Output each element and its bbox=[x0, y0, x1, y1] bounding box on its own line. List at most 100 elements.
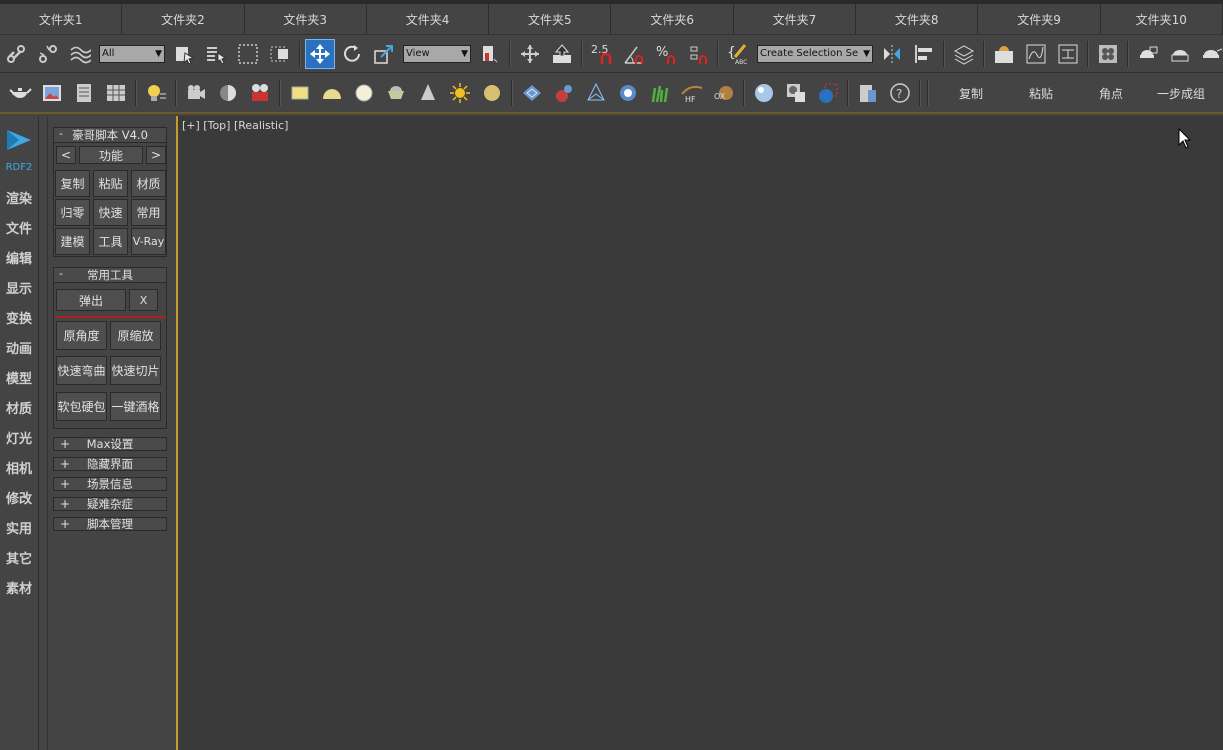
reset-tool-button[interactable]: 归零 bbox=[55, 199, 90, 226]
rail-item-model[interactable]: 模型 bbox=[0, 368, 38, 387]
rail-item-material[interactable]: 材质 bbox=[0, 398, 38, 417]
viewport-top[interactable]: [+] [Top] [Realistic] bbox=[176, 116, 1223, 750]
mirror-icon[interactable] bbox=[878, 40, 906, 68]
paste-button[interactable]: 粘贴 bbox=[1006, 85, 1076, 102]
rail-item-edit[interactable]: 编辑 bbox=[0, 248, 38, 267]
wine-rack-button[interactable]: 一键酒格 bbox=[110, 392, 161, 421]
function-page-label[interactable]: 功能 bbox=[79, 146, 143, 164]
clipboard-icon[interactable] bbox=[854, 79, 882, 107]
reference-coordinate-dropdown[interactable]: View ▼ bbox=[403, 44, 471, 63]
select-and-rotate-icon[interactable] bbox=[338, 40, 366, 68]
quick-tool-button[interactable]: 快速 bbox=[93, 199, 128, 226]
link-icon[interactable] bbox=[2, 40, 30, 68]
vray-fur-icon[interactable] bbox=[550, 79, 578, 107]
vray-tool-button[interactable]: V-Ray bbox=[131, 228, 166, 255]
select-manipulate-icon[interactable] bbox=[516, 40, 544, 68]
dome-light-icon[interactable] bbox=[318, 79, 346, 107]
folder-tab-4[interactable]: 文件夹4 bbox=[367, 4, 490, 34]
keyboard-shortcut-override-icon[interactable] bbox=[548, 40, 576, 68]
original-scale-button[interactable]: 原缩放 bbox=[110, 321, 161, 350]
popup-button[interactable]: 弹出 bbox=[56, 289, 126, 311]
image-viewer-icon[interactable] bbox=[38, 79, 66, 107]
nav-next-button[interactable]: > bbox=[146, 146, 166, 164]
vray-ornatrix-icon[interactable]: OX bbox=[710, 79, 738, 107]
one-step-group-button[interactable]: 一步成组 bbox=[1146, 85, 1216, 102]
pivot-center-icon[interactable] bbox=[476, 40, 504, 68]
folder-tab-3[interactable]: 文件夹3 bbox=[245, 4, 367, 34]
layer-manager-icon[interactable] bbox=[950, 40, 978, 68]
select-and-move-icon[interactable] bbox=[305, 38, 335, 69]
spot-light-icon[interactable] bbox=[414, 79, 442, 107]
folder-tab-9[interactable]: 文件夹9 bbox=[978, 4, 1101, 34]
hair-fur-icon[interactable]: HF bbox=[678, 79, 706, 107]
folder-tab-6[interactable]: 文件夹6 bbox=[611, 4, 734, 34]
max-settings-rollout[interactable]: + Max设置 bbox=[53, 437, 167, 451]
rail-item-file[interactable]: 文件 bbox=[0, 218, 38, 237]
curve-editor-icon[interactable] bbox=[1022, 40, 1050, 68]
rail-item-other[interactable]: 其它 bbox=[0, 548, 38, 567]
camera-icon[interactable] bbox=[182, 79, 210, 107]
select-by-name-icon[interactable] bbox=[202, 40, 230, 68]
script-rollout-header[interactable]: - 豪哥脚本 V4.0 bbox=[54, 127, 166, 143]
render-production-icon[interactable] bbox=[1198, 40, 1223, 68]
rail-item-utility[interactable]: 实用 bbox=[0, 518, 38, 537]
quick-bend-button[interactable]: 快速弯曲 bbox=[56, 356, 107, 385]
angle-snap-icon[interactable] bbox=[620, 40, 648, 68]
list-panel-icon[interactable] bbox=[70, 79, 98, 107]
align-icon[interactable] bbox=[910, 40, 938, 68]
vray-grass-icon[interactable] bbox=[646, 79, 674, 107]
select-and-scale-icon[interactable] bbox=[370, 40, 398, 68]
tools-tool-button[interactable]: 工具 bbox=[93, 228, 128, 255]
ies-light-icon[interactable] bbox=[382, 79, 410, 107]
original-angle-button[interactable]: 原角度 bbox=[56, 321, 107, 350]
window-crossing-icon[interactable] bbox=[266, 40, 294, 68]
quick-slice-button[interactable]: 快速切片 bbox=[110, 356, 161, 385]
close-x-button[interactable]: X bbox=[129, 289, 158, 311]
nav-prev-button[interactable]: < bbox=[56, 146, 76, 164]
material-editor-icon[interactable] bbox=[1094, 40, 1122, 68]
common-tools-header[interactable]: - 常用工具 bbox=[54, 267, 166, 283]
script-manager-rollout[interactable]: + 脚本管理 bbox=[53, 517, 167, 531]
corner-point-button[interactable]: 角点 bbox=[1076, 85, 1146, 102]
vray-sphere-icon[interactable] bbox=[614, 79, 642, 107]
hide-ui-rollout[interactable]: + 隐藏界面 bbox=[53, 457, 167, 471]
percent-snap-icon[interactable]: % bbox=[652, 40, 680, 68]
rail-item-assets[interactable]: 素材 bbox=[0, 578, 38, 597]
edit-named-selection-icon[interactable]: {ABC bbox=[724, 40, 752, 68]
bind-space-warp-icon[interactable] bbox=[66, 40, 94, 68]
rail-item-transform[interactable]: 变换 bbox=[0, 308, 38, 327]
viewport-label[interactable]: [+] [Top] [Realistic] bbox=[182, 119, 288, 132]
plane-light-icon[interactable] bbox=[286, 79, 314, 107]
select-object-icon[interactable] bbox=[170, 40, 198, 68]
material-tool-button[interactable]: 材质 bbox=[131, 170, 166, 197]
render-setup-icon[interactable] bbox=[1134, 40, 1162, 68]
folder-tab-10[interactable]: 文件夹10 bbox=[1101, 4, 1223, 34]
troubleshoot-rollout[interactable]: + 疑难杂症 bbox=[53, 497, 167, 511]
sun-light-icon[interactable] bbox=[446, 79, 474, 107]
paste-tool-button[interactable]: 粘贴 bbox=[93, 170, 128, 197]
film-camera-icon[interactable] bbox=[246, 79, 274, 107]
vray-proxy-icon[interactable] bbox=[518, 79, 546, 107]
rail-item-animation[interactable]: 动画 bbox=[0, 338, 38, 357]
sphere-light-icon[interactable] bbox=[350, 79, 378, 107]
half-sphere-icon[interactable] bbox=[214, 79, 242, 107]
material-override-icon[interactable] bbox=[814, 79, 842, 107]
folder-tab-2[interactable]: 文件夹2 bbox=[122, 4, 245, 34]
rail-item-display[interactable]: 显示 bbox=[0, 278, 38, 297]
soft-hard-pack-button[interactable]: 软包硬包 bbox=[56, 392, 107, 421]
copy-tool-button[interactable]: 复制 bbox=[55, 170, 90, 197]
ambient-light-icon[interactable] bbox=[478, 79, 506, 107]
teapot-icon[interactable] bbox=[6, 79, 34, 107]
snaps-toggle-icon[interactable]: 2.5 bbox=[588, 40, 616, 68]
scene-explorer-icon[interactable] bbox=[990, 40, 1018, 68]
rail-item-render[interactable]: 渲染 bbox=[0, 188, 38, 207]
help-icon[interactable]: ? bbox=[886, 79, 914, 107]
unlink-icon[interactable] bbox=[34, 40, 62, 68]
modeling-tool-button[interactable]: 建模 bbox=[55, 228, 90, 255]
rectangular-selection-icon[interactable] bbox=[234, 40, 262, 68]
folder-tab-7[interactable]: 文件夹7 bbox=[734, 4, 857, 34]
grid-panel-icon[interactable] bbox=[102, 79, 130, 107]
folder-tab-5[interactable]: 文件夹5 bbox=[489, 4, 612, 34]
material-sphere-icon[interactable] bbox=[750, 79, 778, 107]
folder-tab-8[interactable]: 文件夹8 bbox=[856, 4, 979, 34]
